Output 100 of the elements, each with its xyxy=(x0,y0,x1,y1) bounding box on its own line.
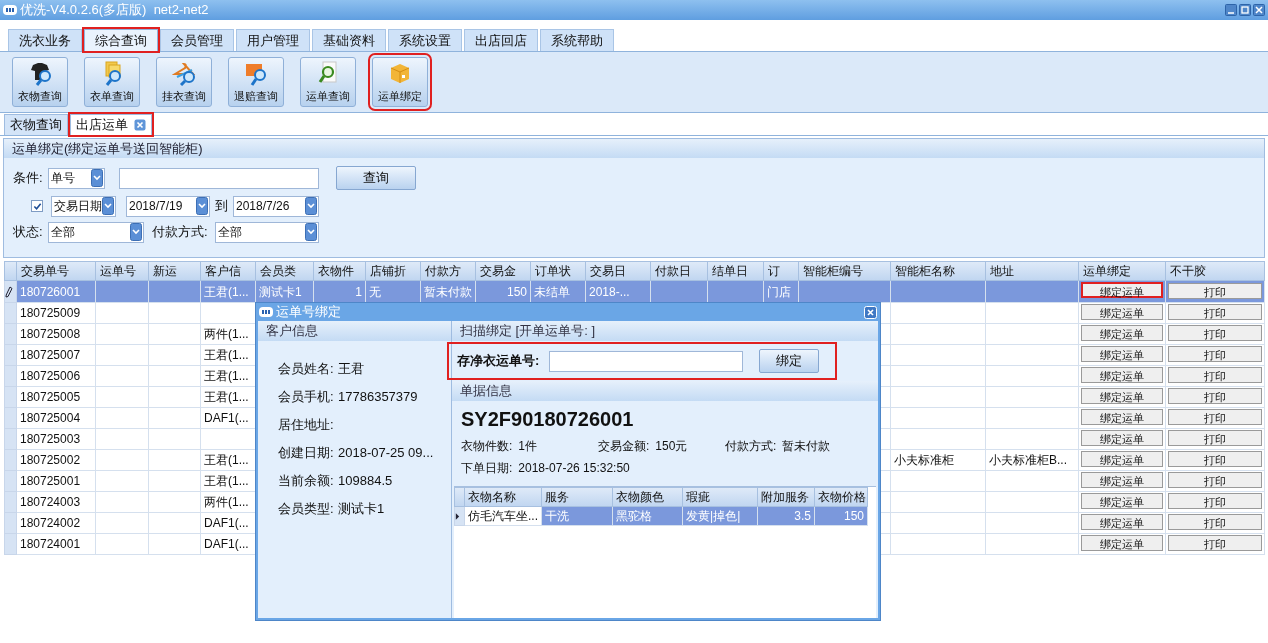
search-field[interactable] xyxy=(119,167,319,189)
print-button[interactable]: 打印 xyxy=(1168,304,1262,320)
print-button[interactable]: 打印 xyxy=(1168,388,1262,404)
search-button[interactable]: 查询 xyxy=(336,166,416,190)
column-header[interactable]: 不干胶 xyxy=(1165,261,1265,281)
column-header[interactable]: 新运 xyxy=(148,261,201,281)
document-tab[interactable]: 出店运单 xyxy=(70,114,152,135)
column-header[interactable]: 结单日 xyxy=(707,261,764,281)
menu-tab[interactable]: 系统设置 xyxy=(388,29,462,51)
bind-waybill-button[interactable]: 绑定运单 xyxy=(1081,325,1163,341)
column-header[interactable]: 地址 xyxy=(985,261,1079,281)
document-tab[interactable]: 衣物查询 xyxy=(4,114,68,135)
dropdown[interactable]: 2018/7/19 xyxy=(126,195,210,217)
print-button[interactable]: 打印 xyxy=(1168,409,1262,425)
bind-waybill-button[interactable]: 绑定运单 xyxy=(1081,514,1163,530)
column-header[interactable]: 瑕疵 xyxy=(682,487,758,507)
dropdown-caret-icon xyxy=(102,197,114,215)
print-button[interactable]: 打印 xyxy=(1168,367,1262,383)
bind-waybill-button[interactable]: 绑定运单 xyxy=(1081,346,1163,362)
column-header[interactable]: 订单状 xyxy=(530,261,586,281)
to-label: 到 xyxy=(215,197,228,216)
bind-waybill-button[interactable]: 绑定运单 xyxy=(1081,282,1163,298)
dropdown[interactable]: 2018/7/26 xyxy=(233,195,319,217)
dropdown[interactable]: 交易日期 xyxy=(51,195,116,217)
column-header[interactable]: 附加服务 xyxy=(757,487,815,507)
dropdown[interactable]: 全部 xyxy=(215,221,319,243)
row-header[interactable] xyxy=(454,506,465,526)
dropdown[interactable]: 单号 xyxy=(48,167,105,189)
bind-waybill-button[interactable]: 绑定运单 xyxy=(1081,388,1163,404)
row-header[interactable] xyxy=(4,280,17,303)
column-header[interactable]: 服务 xyxy=(541,487,613,507)
bind-waybill-button[interactable]: 绑定运单 xyxy=(1081,367,1163,383)
print-button[interactable]: 打印 xyxy=(1168,535,1262,551)
table-cell: 180725005 xyxy=(16,386,96,408)
checkmark-icon xyxy=(32,201,42,211)
table-cell: 180725004 xyxy=(16,407,96,429)
toolbar-button[interactable]: 退赔查询 xyxy=(228,57,284,107)
bind-waybill-button[interactable]: 绑定运单 xyxy=(1081,430,1163,446)
table-cell: 黑驼格 xyxy=(612,506,683,526)
dropdown-caret-icon xyxy=(196,197,208,215)
column-header[interactable]: 衣物价格 xyxy=(814,487,868,507)
maximize-icon xyxy=(1239,4,1251,16)
waybill-input[interactable] xyxy=(549,350,744,372)
column-header[interactable]: 付款方 xyxy=(420,261,476,281)
table-cell: 180725006 xyxy=(16,365,96,387)
bind-waybill-button[interactable]: 绑定运单 xyxy=(1081,451,1163,467)
close-icon xyxy=(864,305,877,319)
print-button[interactable]: 打印 xyxy=(1168,514,1262,530)
toolbar-button[interactable]: 挂衣查询 xyxy=(156,57,212,107)
toolbar-button[interactable]: 衣物查询 xyxy=(12,57,68,107)
column-header[interactable]: 运单号 xyxy=(95,261,149,281)
menu-tab[interactable]: 综合查询 xyxy=(84,29,158,51)
print-button[interactable]: 打印 xyxy=(1168,493,1262,509)
menu-tab[interactable]: 会员管理 xyxy=(160,29,234,51)
column-header[interactable]: 店铺折 xyxy=(365,261,421,281)
section-header: 扫描绑定 [开单运单号: ] xyxy=(452,321,878,341)
column-header[interactable]: 交易日 xyxy=(585,261,651,281)
field-value: 2018-07-25 09... xyxy=(338,443,434,462)
pencil-icon xyxy=(5,285,13,298)
info-label: 衣物件数: xyxy=(461,438,513,455)
column-header[interactable]: 智能柜名称 xyxy=(890,261,986,281)
table-cell: 180725009 xyxy=(16,302,96,324)
column-header[interactable]: 交易金 xyxy=(475,261,531,281)
checkbox[interactable] xyxy=(31,200,43,212)
print-button[interactable]: 打印 xyxy=(1168,472,1262,488)
table-cell: 王君(1... xyxy=(200,280,256,303)
paper-magnifier-icon xyxy=(316,59,340,86)
menu-tab[interactable]: 用户管理 xyxy=(236,29,310,51)
dropdown[interactable]: 全部 xyxy=(48,221,144,243)
print-button[interactable]: 打印 xyxy=(1168,430,1262,446)
bind-waybill-button[interactable]: 绑定运单 xyxy=(1081,304,1163,320)
toolbar-button[interactable]: 运单查询 xyxy=(300,57,356,107)
menu-tab[interactable]: 系统帮助 xyxy=(540,29,614,51)
column-header[interactable]: 订 xyxy=(763,261,799,281)
bind-waybill-button[interactable]: 绑定运单 xyxy=(1081,472,1163,488)
column-header[interactable]: 付款日 xyxy=(650,261,708,281)
section-header: 客户信息 xyxy=(258,321,451,341)
table-cell: 180724001 xyxy=(16,533,96,555)
column-header[interactable]: 衣物件 xyxy=(313,261,366,281)
print-button[interactable]: 打印 xyxy=(1168,451,1262,467)
bind-button[interactable]: 绑定 xyxy=(759,349,820,373)
menu-tab[interactable]: 基础资料 xyxy=(312,29,386,51)
menu-tab[interactable]: 洗衣业务 xyxy=(8,29,82,51)
column-header[interactable]: 衣物名称 xyxy=(464,487,542,507)
column-header[interactable]: 客户信 xyxy=(200,261,256,281)
bind-waybill-button[interactable]: 绑定运单 xyxy=(1081,493,1163,509)
menu-tab[interactable]: 出店回店 xyxy=(464,29,538,51)
column-header[interactable]: 运单绑定 xyxy=(1078,261,1166,281)
toolbar-button[interactable]: 衣单查询 xyxy=(84,57,140,107)
column-header[interactable]: 会员类 xyxy=(255,261,314,281)
print-button[interactable]: 打印 xyxy=(1168,282,1262,299)
bind-waybill-button[interactable]: 绑定运单 xyxy=(1081,535,1163,551)
column-header[interactable]: 交易单号 xyxy=(16,261,96,281)
print-button[interactable]: 打印 xyxy=(1168,346,1262,362)
column-header[interactable]: 智能柜编号 xyxy=(798,261,891,281)
section-header: 单据信息 xyxy=(452,381,878,401)
column-header[interactable]: 衣物颜色 xyxy=(612,487,683,507)
bind-waybill-button[interactable]: 绑定运单 xyxy=(1081,409,1163,425)
info-label: 下单日期: xyxy=(461,460,513,477)
print-button[interactable]: 打印 xyxy=(1168,325,1262,341)
